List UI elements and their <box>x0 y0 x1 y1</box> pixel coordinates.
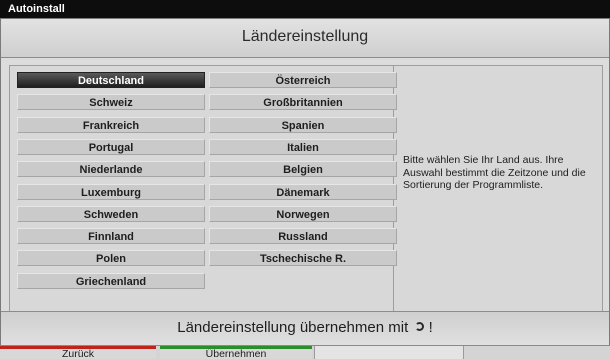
page-title: Ländereinstellung <box>241 28 369 45</box>
main-frame: Ländereinstellung Deutschland Schweiz Fran… <box>0 18 610 346</box>
country-item[interactable]: Luxemburg <box>17 184 205 200</box>
page-header: Ländereinstellung <box>1 19 609 58</box>
country-item[interactable]: Italien <box>209 139 397 155</box>
country-item[interactable]: Spanien <box>209 117 397 133</box>
footer-bar: Zurück Übernehmen <box>0 345 610 359</box>
confirm-text: Ländereinstellung übernehmen mit <box>177 319 409 336</box>
country-item[interactable]: Niederlande <box>17 161 205 177</box>
country-item[interactable]: Schweiz <box>17 94 205 110</box>
country-item[interactable]: Großbritannien <box>209 94 397 110</box>
country-item[interactable]: Belgien <box>209 161 397 177</box>
back-button[interactable]: Zurück <box>0 346 156 359</box>
ok-icon <box>415 322 425 331</box>
country-item[interactable]: Portugal <box>17 139 205 155</box>
apply-button[interactable]: Übernehmen <box>160 346 312 359</box>
country-item[interactable]: Polen <box>17 250 205 266</box>
confirm-bar: Ländereinstellung übernehmen mit ! <box>1 311 609 346</box>
country-item[interactable]: Finnland <box>17 228 205 244</box>
country-item[interactable]: Russland <box>209 228 397 244</box>
country-item[interactable]: Norwegen <box>209 206 397 222</box>
country-item[interactable]: Deutschland <box>17 72 205 88</box>
window-title: Autoinstall <box>0 0 610 18</box>
confirm-suffix: ! <box>428 319 433 336</box>
country-item[interactable]: Tschechische R. <box>209 250 397 266</box>
footer-button-empty[interactable] <box>314 346 464 359</box>
country-item[interactable]: Dänemark <box>209 184 397 200</box>
country-item[interactable]: Frankreich <box>17 117 205 133</box>
country-item[interactable]: Österreich <box>209 72 397 88</box>
info-text: Bitte wählen Sie Ihr Land aus. Ihre Ausw… <box>403 154 586 191</box>
confirm-message: Ländereinstellung übernehmen mit ! <box>1 319 609 336</box>
country-item[interactable]: Schweden <box>17 206 205 222</box>
country-item[interactable]: Griechenland <box>17 273 205 289</box>
